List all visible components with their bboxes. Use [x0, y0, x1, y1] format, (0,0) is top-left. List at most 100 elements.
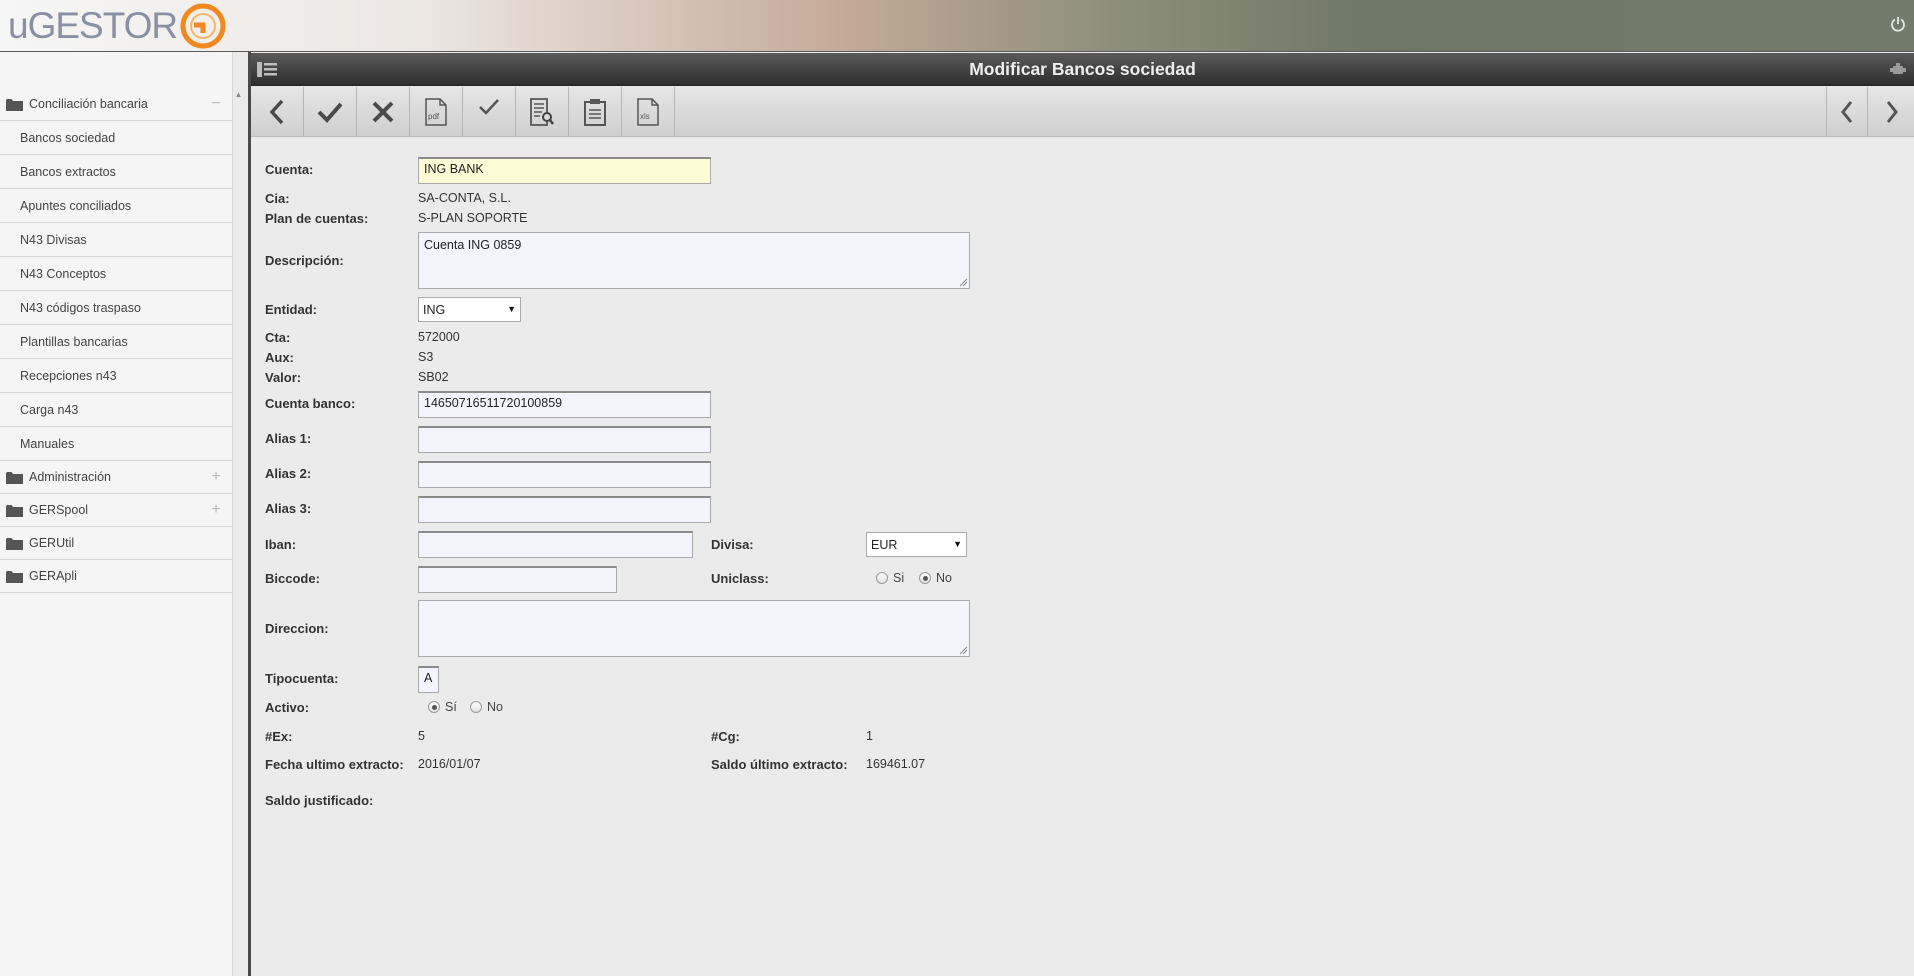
descripcion-label: Descripción: — [265, 253, 344, 268]
expand-icon[interactable]: + — [206, 468, 226, 486]
sidebar-group-gerapli[interactable]: GERApli — [0, 560, 232, 593]
sidebar-item-bancos-sociedad[interactable]: Bancos sociedad — [0, 121, 232, 155]
uniclass-no-text: No — [936, 571, 952, 585]
xls-icon: xls — [637, 97, 659, 126]
uniclass-si-radio[interactable]: Si — [876, 571, 904, 585]
back-icon — [269, 99, 284, 124]
radio-button-off — [876, 572, 888, 584]
pdf-icon: pdf — [425, 97, 447, 126]
plugin-icon[interactable] — [1890, 63, 1906, 77]
divisa-select[interactable]: EUR ▼ — [866, 532, 967, 557]
svg-text:pdf: pdf — [428, 112, 440, 121]
plan-cuentas-label: Plan de cuentas: — [265, 211, 369, 226]
dropdown-arrow-icon: ▼ — [953, 539, 962, 549]
resize-grip-icon[interactable] — [959, 278, 968, 287]
cuenta-input[interactable]: ING BANK — [418, 157, 711, 184]
back-button[interactable] — [251, 87, 304, 136]
accept-icon — [317, 102, 343, 123]
sidebar-scroll-up-icon[interactable]: ▲ — [234, 90, 243, 100]
activo-no-radio[interactable]: No — [470, 700, 503, 714]
valor-label: Valor: — [265, 370, 302, 385]
cia-label: Cia: — [265, 191, 290, 206]
cancel-button[interactable] — [357, 87, 410, 136]
cg-value: 1 — [866, 729, 873, 743]
sidebar-item-carga-n43[interactable]: Carga n43 — [0, 393, 232, 427]
validate-button[interactable] — [463, 87, 516, 136]
valor-value: SB02 — [418, 370, 449, 384]
cta-value: 572000 — [418, 330, 460, 344]
sidebar-group-label: GERUtil — [29, 536, 75, 550]
check-icon — [479, 98, 499, 115]
accept-button[interactable] — [304, 87, 357, 136]
alias3-input[interactable] — [418, 496, 711, 523]
uniclass-label: Uniclass: — [711, 571, 769, 586]
collapse-icon[interactable]: − — [206, 95, 226, 113]
radio-button-off — [470, 701, 482, 713]
page-title: Modificar Bancos sociedad — [969, 59, 1196, 79]
fecha-ultimo-extracto-value: 2016/01/07 — [418, 757, 481, 771]
sidebar-group-gerutil[interactable]: GERUtil — [0, 527, 232, 560]
sidebar-top-strip — [0, 52, 232, 88]
alias1-label: Alias 1: — [265, 431, 312, 446]
expand-icon[interactable]: + — [206, 501, 226, 519]
sidebar-group-gerspool[interactable]: GERSpool + — [0, 494, 232, 527]
sidebar-group-label: Conciliación bancaria — [29, 97, 148, 111]
previous-record-button[interactable] — [1826, 87, 1868, 136]
xls-button[interactable]: xls — [622, 87, 675, 136]
cg-label: #Cg: — [711, 729, 740, 744]
sidebar-group-label: GERSpool — [29, 503, 89, 517]
alias2-label: Alias 2: — [265, 466, 312, 481]
descripcion-textarea[interactable]: Cuenta ING 0859 — [418, 232, 970, 289]
cuenta-banco-input[interactable]: 14650716511720100859 — [418, 391, 711, 418]
sidebar: Conciliación bancaria − Bancos sociedad … — [0, 52, 233, 976]
cancel-icon — [372, 101, 394, 122]
ex-label: #Ex: — [265, 729, 293, 744]
entidad-select[interactable]: ING ▼ — [418, 297, 521, 322]
document-search-button[interactable] — [516, 87, 569, 136]
divisa-selected: EUR — [871, 538, 898, 552]
descripcion-text: Cuenta ING 0859 — [424, 238, 522, 252]
direccion-label: Direccion: — [265, 621, 329, 636]
top-banner: uGESTOR — [0, 0, 1914, 52]
folder-icon — [6, 570, 23, 583]
sidebar-group-conciliacion-bancaria[interactable]: Conciliación bancaria − — [0, 88, 232, 121]
direccion-textarea[interactable] — [418, 600, 970, 657]
sidebar-item-n43-divisas[interactable]: N43 Divisas — [0, 223, 232, 257]
cia-value: SA-CONTA, S.L. — [418, 191, 511, 205]
next-record-button[interactable] — [1870, 87, 1914, 136]
sidebar-item-apuntes-conciliados[interactable]: Apuntes conciliados — [0, 189, 232, 223]
cta-label: Cta: — [265, 330, 291, 345]
sidebar-item-n43-conceptos[interactable]: N43 Conceptos — [0, 257, 232, 291]
iban-input[interactable] — [418, 531, 693, 558]
sidebar-item-recepciones-n43[interactable]: Recepciones n43 — [0, 359, 232, 393]
app-logo: uGESTOR — [8, 2, 226, 50]
pdf-button[interactable]: pdf — [410, 87, 463, 136]
tipocuenta-input[interactable]: A — [418, 666, 439, 693]
power-icon[interactable] — [1890, 16, 1906, 32]
divisa-label: Divisa: — [711, 537, 754, 552]
alias2-input[interactable] — [418, 461, 711, 488]
page-header: Modificar Bancos sociedad — [251, 53, 1914, 86]
sidebar-group-label: Administración — [29, 470, 111, 484]
activo-no-text: No — [487, 700, 503, 714]
alias1-input[interactable] — [418, 426, 711, 453]
resize-grip-icon[interactable] — [959, 646, 968, 655]
tipocuenta-label: Tipocuenta: — [265, 671, 339, 686]
sidebar-group-administracion[interactable]: Administración + — [0, 461, 232, 494]
svg-text:xls: xls — [640, 112, 650, 121]
clipboard-button[interactable] — [569, 87, 622, 136]
sidebar-item-n43-codigos-traspaso[interactable]: N43 códigos traspaso — [0, 291, 232, 325]
activo-si-radio[interactable]: Sí — [428, 700, 457, 714]
uniclass-no-radio[interactable]: No — [919, 571, 952, 585]
sidebar-item-plantillas-bancarias[interactable]: Plantillas bancarias — [0, 325, 232, 359]
sidebar-item-bancos-extractos[interactable]: Bancos extractos — [0, 155, 232, 189]
biccode-input[interactable] — [418, 566, 617, 593]
radio-button-on — [428, 701, 440, 713]
alias3-label: Alias 3: — [265, 501, 312, 516]
dropdown-arrow-icon: ▼ — [507, 304, 516, 314]
cuenta-label: Cuenta: — [265, 162, 314, 177]
sidebar-item-manuales[interactable]: Manuales — [0, 427, 232, 461]
chevron-left-icon — [1841, 100, 1853, 123]
plan-cuentas-value: S-PLAN SOPORTE — [418, 211, 528, 225]
logo-text: uGESTOR — [8, 5, 178, 46]
